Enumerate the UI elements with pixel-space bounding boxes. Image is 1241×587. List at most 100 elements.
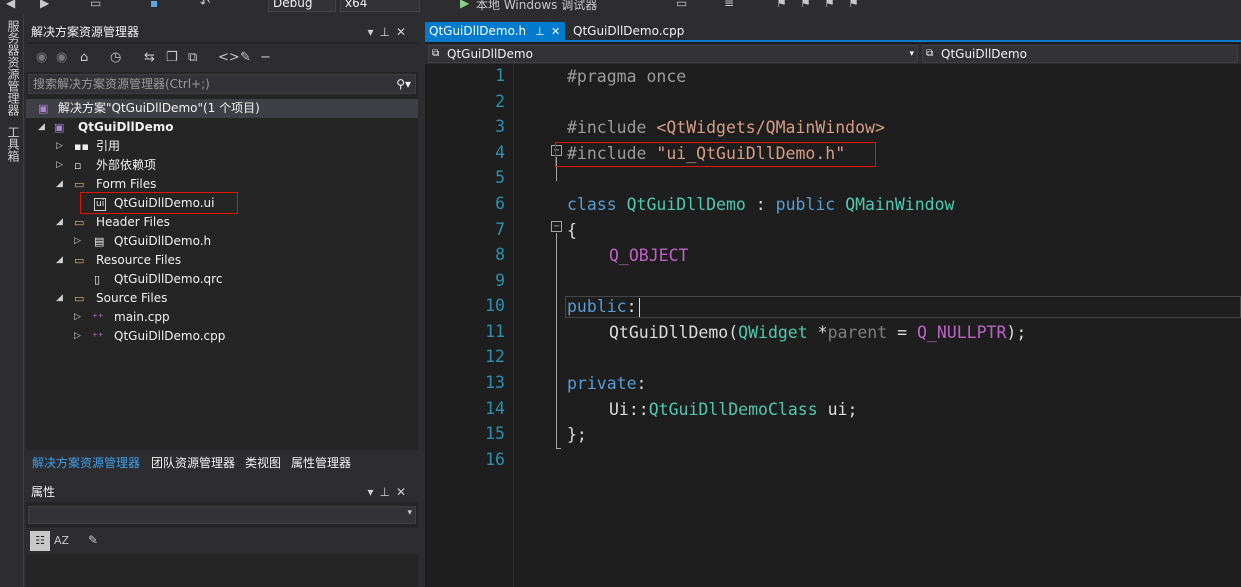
property-pages-icon[interactable]: ✎ xyxy=(88,533,98,547)
tab-class-view[interactable]: 类视图 xyxy=(245,453,281,473)
save-icon[interactable]: ▪ xyxy=(150,0,158,10)
properties-toolbar: ☷ AZ ✎ xyxy=(26,528,418,554)
tree-row-resource-files[interactable]: ◢ ▭ Resource Files xyxy=(26,251,418,270)
search-icon[interactable]: ⚲▾ xyxy=(396,75,411,93)
properties-wrench-icon[interactable]: ✎ xyxy=(240,50,251,65)
collapsed-icon[interactable]: ▷ xyxy=(74,327,81,346)
navigation-bar: ⧉ QtGuiDllDemo ▾ ⧉ QtGuiDllDemo xyxy=(425,44,1241,64)
tab-header-file[interactable]: QtGuiDllDemo.h ⊥ ✕ xyxy=(425,22,565,42)
tree-row-solution[interactable]: ▣ 解决方案"QtGuiDllDemo"(1 个项目) xyxy=(26,99,418,118)
platform-select[interactable]: x64 xyxy=(340,0,420,12)
config-select[interactable]: Debug xyxy=(268,0,336,12)
pending-changes-icon[interactable]: ◷ xyxy=(110,50,121,65)
tree-row-header-file[interactable]: ▷ ▤ QtGuiDllDemo.h xyxy=(26,232,418,251)
pin-icon[interactable]: ⊥ xyxy=(379,25,395,39)
tab-cpp-file[interactable]: QtGuiDllDemo.cpp xyxy=(569,22,688,42)
line-number: 10 xyxy=(485,296,505,315)
class-icon: ⧉ xyxy=(926,48,934,59)
run-target-label[interactable]: 本地 Windows 调试器 xyxy=(476,0,597,13)
chevron-down-icon[interactable]: ▾ xyxy=(909,46,914,62)
collapsed-icon[interactable]: ▷ xyxy=(74,308,81,327)
tree-row-header-files[interactable]: ◢ ▭ Header Files xyxy=(26,213,418,232)
alphabetical-icon[interactable]: AZ xyxy=(54,534,69,547)
main-toolbar: ◀ ▶ ▭ ▪ ↶ Debug x64 ▶ 本地 Windows 调试器 ▭ ≡… xyxy=(0,0,1241,14)
code-editor[interactable]: 1 2 3 4 5 6 7 8 9 10 11 12 13 14 15 16 −… xyxy=(425,64,1241,587)
categorized-icon[interactable]: ☷ xyxy=(30,531,50,551)
code-line: class QtGuiDllDemo : public QMainWindow xyxy=(567,195,955,214)
bookmark-prev-icon[interactable]: ⚑ xyxy=(824,0,835,10)
forward-icon[interactable]: ◉ xyxy=(56,50,67,65)
tree-row-demo-cpp[interactable]: ▷ ⁺⁺ QtGuiDllDemo.cpp xyxy=(26,327,418,346)
cpp-file-icon: ⁺⁺ xyxy=(92,311,104,324)
expanded-icon[interactable]: ◢ xyxy=(56,289,63,308)
home-icon[interactable]: ⌂ xyxy=(80,50,88,65)
current-line-highlight xyxy=(565,296,1241,318)
header-file-icon: ▤ xyxy=(94,235,105,248)
folder-icon: ▭ xyxy=(74,292,85,305)
dropdown-icon[interactable]: ▾ xyxy=(367,25,379,39)
expanded-icon[interactable]: ◢ xyxy=(56,175,63,194)
undo-icon[interactable]: ↶ xyxy=(200,0,210,10)
new-project-icon[interactable]: ▭ xyxy=(90,0,101,10)
bookmark-next-icon[interactable]: ⚑ xyxy=(800,0,811,10)
tree-row-source-files[interactable]: ◢ ▭ Source Files xyxy=(26,289,418,308)
tree-row-main-cpp[interactable]: ▷ ⁺⁺ main.cpp xyxy=(26,308,418,327)
code-line: }; xyxy=(567,425,587,444)
properties-title: 属性 xyxy=(26,482,418,502)
tree-row-references[interactable]: ▷ ▪▪ 引用 xyxy=(26,137,418,156)
dropdown-icon[interactable]: ▾ xyxy=(367,485,379,499)
expanded-icon[interactable]: ◢ xyxy=(56,251,63,270)
text-cursor xyxy=(639,298,640,317)
properties-object-select[interactable]: ▾ xyxy=(28,506,416,524)
nav-project-select[interactable]: ⧉ QtGuiDllDemo ▾ xyxy=(428,45,918,63)
back-icon[interactable]: ◀ xyxy=(6,0,15,10)
collapse-icon[interactable]: − xyxy=(551,221,562,232)
tab-team-explorer[interactable]: 团队资源管理器 xyxy=(151,453,235,473)
expanded-icon[interactable]: ◢ xyxy=(56,213,63,232)
collapsed-icon[interactable]: ▷ xyxy=(74,232,81,251)
solution-icon: ▣ xyxy=(38,102,49,115)
line-number: 14 xyxy=(485,399,505,418)
toolbox-tab[interactable]: 工具箱 xyxy=(5,126,22,162)
expanded-icon[interactable]: ◢ xyxy=(38,118,45,137)
line-number: 16 xyxy=(485,450,505,469)
minus-icon[interactable]: − xyxy=(260,50,271,65)
panel-controls: ▾⊥✕ xyxy=(367,22,412,42)
server-explorer-tab[interactable]: 服务器资源管理器 xyxy=(5,20,22,116)
project-icon: ⧉ xyxy=(432,48,440,59)
back-icon[interactable]: ◉ xyxy=(36,50,47,65)
forward-icon[interactable]: ▶ xyxy=(40,0,49,10)
close-icon[interactable]: ✕ xyxy=(396,485,412,499)
code-view-icon[interactable]: <> xyxy=(218,50,240,65)
bookmark-icon[interactable]: ⚑ xyxy=(776,0,787,10)
collapse-all-icon[interactable]: ❐ xyxy=(166,50,178,65)
run-icon[interactable]: ▶ xyxy=(460,0,469,10)
line-number: 7 xyxy=(495,220,505,239)
line-number: 5 xyxy=(495,168,505,187)
find-icon[interactable]: ▭ xyxy=(676,0,687,10)
close-icon[interactable]: ✕ xyxy=(396,25,412,39)
collapsed-icon[interactable]: ▷ xyxy=(56,137,63,156)
tool-window-tabs: 解决方案资源管理器 团队资源管理器 类视图 属性管理器 xyxy=(26,453,418,473)
bookmark-clear-icon[interactable]: ⚑ xyxy=(848,0,859,10)
chevron-down-icon[interactable]: ▾ xyxy=(407,508,412,518)
pin-icon[interactable]: ⊥ xyxy=(535,22,545,41)
close-icon[interactable]: ✕ xyxy=(551,22,560,41)
show-all-files-icon[interactable]: ⧉ xyxy=(188,50,197,65)
sync-icon[interactable]: ⇆ xyxy=(144,50,155,65)
tree-row-resource-file[interactable]: ▯ QtGuiDllDemo.qrc xyxy=(26,270,418,289)
collapsed-icon[interactable]: ▷ xyxy=(56,156,63,175)
solution-search-input[interactable]: 搜索解决方案资源管理器(Ctrl+;) ⚲▾ xyxy=(28,74,416,94)
line-number: 9 xyxy=(495,271,505,290)
tab-solution-explorer[interactable]: 解决方案资源管理器 xyxy=(32,453,140,473)
code-line: Q_OBJECT xyxy=(609,246,689,265)
tree-row-project[interactable]: ◢ ▣ QtGuiDllDemo xyxy=(26,118,418,137)
line-number: 4 xyxy=(495,143,505,162)
pin-icon[interactable]: ⊥ xyxy=(379,485,395,499)
line-number: 2 xyxy=(495,92,505,111)
tab-property-manager[interactable]: 属性管理器 xyxy=(291,453,351,473)
tree-row-external-deps[interactable]: ▷ ▫ 外部依赖项 xyxy=(26,156,418,175)
nav-scope-select[interactable]: ⧉ QtGuiDllDemo xyxy=(922,45,1238,63)
code-line: private: xyxy=(567,374,647,393)
align-icon[interactable]: ≡ xyxy=(724,0,734,10)
